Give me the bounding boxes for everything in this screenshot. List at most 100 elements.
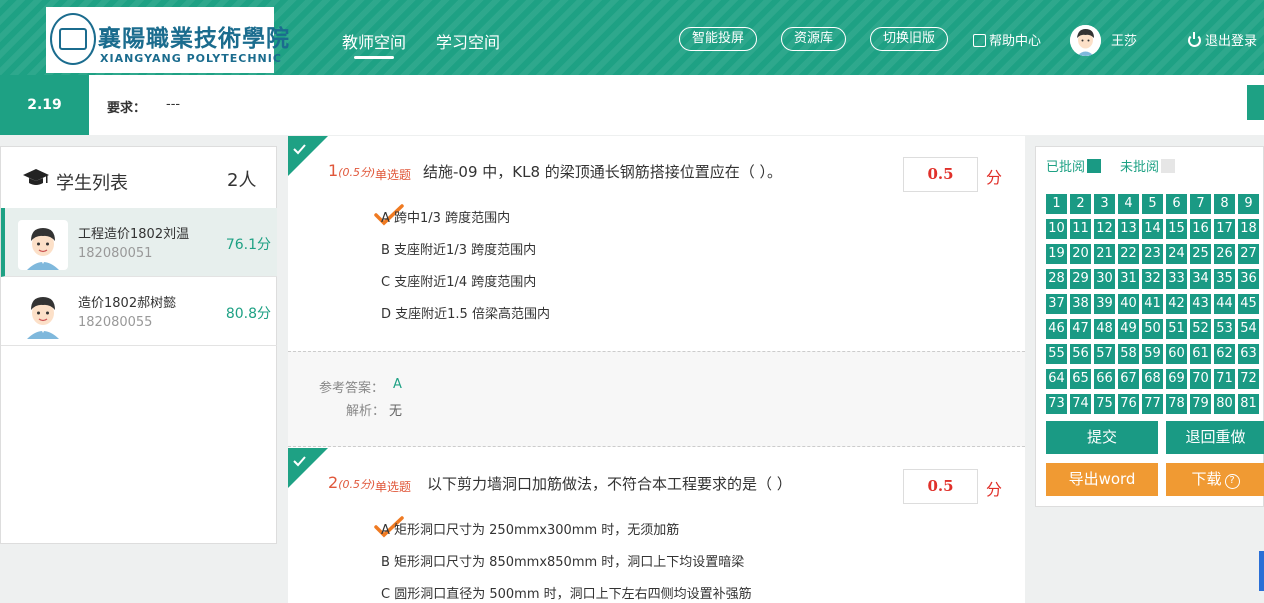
- question-number-cell[interactable]: 30: [1094, 269, 1115, 289]
- question-number-cell[interactable]: 20: [1070, 244, 1091, 264]
- question-number-cell[interactable]: 15: [1166, 219, 1187, 239]
- question-number-cell[interactable]: 73: [1046, 394, 1067, 414]
- student-item[interactable]: 造价1802郝树懿 182080055 80.8分: [1, 277, 277, 346]
- question-number-cell[interactable]: 76: [1118, 394, 1139, 414]
- question-number-cell[interactable]: 3: [1094, 194, 1115, 214]
- question-number-cell[interactable]: 64: [1046, 369, 1067, 389]
- question-number-cell[interactable]: 32: [1142, 269, 1163, 289]
- question-number-cell[interactable]: 80: [1214, 394, 1235, 414]
- question-number-cell[interactable]: 58: [1118, 344, 1139, 364]
- question-number-cell[interactable]: 63: [1238, 344, 1259, 364]
- question-number-cell[interactable]: 33: [1166, 269, 1187, 289]
- question-number-cell[interactable]: 75: [1094, 394, 1115, 414]
- question-number-cell[interactable]: 39: [1094, 294, 1115, 314]
- question-number-cell[interactable]: 69: [1166, 369, 1187, 389]
- question-number-cell[interactable]: 42: [1166, 294, 1187, 314]
- logout-button[interactable]: 退出登录: [1188, 30, 1257, 49]
- download-button[interactable]: 下载?: [1166, 463, 1264, 496]
- question-number-cell[interactable]: 81: [1238, 394, 1259, 414]
- export-word-button[interactable]: 导出word: [1046, 463, 1158, 496]
- question-number-cell[interactable]: 24: [1166, 244, 1187, 264]
- question-number-cell[interactable]: 19: [1046, 244, 1067, 264]
- question-number-cell[interactable]: 51: [1166, 319, 1187, 339]
- score-input[interactable]: 0.5: [903, 469, 978, 504]
- user-name[interactable]: 王莎: [1111, 30, 1137, 49]
- school-logo[interactable]: 襄陽職業技術學院 XIANGYANG POLYTECHNIC: [46, 7, 289, 73]
- user-avatar[interactable]: [1070, 25, 1101, 56]
- question-number-cell[interactable]: 5: [1142, 194, 1163, 214]
- submit-button[interactable]: 提交: [1046, 421, 1158, 454]
- question-number-cell[interactable]: 38: [1070, 294, 1091, 314]
- question-number-cell[interactable]: 70: [1190, 369, 1211, 389]
- question-number-cell[interactable]: 21: [1094, 244, 1115, 264]
- question-number-cell[interactable]: 25: [1190, 244, 1211, 264]
- question-number-cell[interactable]: 61: [1190, 344, 1211, 364]
- question-number-cell[interactable]: 56: [1070, 344, 1091, 364]
- question-number-cell[interactable]: 55: [1046, 344, 1067, 364]
- question-number-cell[interactable]: 57: [1094, 344, 1115, 364]
- question-number-cell[interactable]: 9: [1238, 194, 1259, 214]
- question-number-cell[interactable]: 72: [1238, 369, 1259, 389]
- question-number-cell[interactable]: 7: [1190, 194, 1211, 214]
- question-number-cell[interactable]: 36: [1238, 269, 1259, 289]
- question-number-cell[interactable]: 45: [1238, 294, 1259, 314]
- question-number-cell[interactable]: 14: [1142, 219, 1163, 239]
- question-number-cell[interactable]: 66: [1094, 369, 1115, 389]
- question-number-cell[interactable]: 18: [1238, 219, 1259, 239]
- question-number-cell[interactable]: 23: [1142, 244, 1163, 264]
- question-number-cell[interactable]: 41: [1142, 294, 1163, 314]
- question-number-cell[interactable]: 29: [1070, 269, 1091, 289]
- question-number-cell[interactable]: 77: [1142, 394, 1163, 414]
- question-number-cell[interactable]: 78: [1166, 394, 1187, 414]
- question-number-cell[interactable]: 37: [1046, 294, 1067, 314]
- question-number-cell[interactable]: 16: [1190, 219, 1211, 239]
- question-number-cell[interactable]: 43: [1190, 294, 1211, 314]
- question-number-cell[interactable]: 65: [1070, 369, 1091, 389]
- question-number-cell[interactable]: 59: [1142, 344, 1163, 364]
- question-number-cell[interactable]: 4: [1118, 194, 1139, 214]
- question-number-cell[interactable]: 27: [1238, 244, 1259, 264]
- side-widget-tab[interactable]: [1259, 551, 1264, 591]
- question-number-cell[interactable]: 79: [1190, 394, 1211, 414]
- nav-tab-teacher-space[interactable]: 教师空间: [342, 29, 406, 59]
- question-number-cell[interactable]: 74: [1070, 394, 1091, 414]
- question-number-cell[interactable]: 11: [1070, 219, 1091, 239]
- return-redo-button[interactable]: 退回重做: [1166, 421, 1264, 454]
- question-number-cell[interactable]: 8: [1214, 194, 1235, 214]
- question-number-cell[interactable]: 71: [1214, 369, 1235, 389]
- question-number-cell[interactable]: 48: [1094, 319, 1115, 339]
- nav-tab-learning-space[interactable]: 学习空间: [436, 29, 500, 53]
- question-number-cell[interactable]: 34: [1190, 269, 1211, 289]
- requirement-edge-button[interactable]: [1247, 85, 1264, 120]
- question-number-cell[interactable]: 40: [1118, 294, 1139, 314]
- question-number-cell[interactable]: 31: [1118, 269, 1139, 289]
- question-number-cell[interactable]: 47: [1070, 319, 1091, 339]
- question-number-cell[interactable]: 17: [1214, 219, 1235, 239]
- help-center-link[interactable]: 帮助中心: [973, 30, 1041, 49]
- question-number-cell[interactable]: 67: [1118, 369, 1139, 389]
- question-number-cell[interactable]: 6: [1166, 194, 1187, 214]
- resource-library-button[interactable]: 资源库: [781, 27, 846, 51]
- question-number-cell[interactable]: 60: [1166, 344, 1187, 364]
- question-number-cell[interactable]: 62: [1214, 344, 1235, 364]
- question-number-cell[interactable]: 50: [1142, 319, 1163, 339]
- student-item[interactable]: 工程造价1802刘温 182080051 76.1分: [1, 208, 277, 277]
- question-number-cell[interactable]: 26: [1214, 244, 1235, 264]
- switch-old-version-button[interactable]: 切换旧版: [870, 27, 948, 51]
- question-number-cell[interactable]: 68: [1142, 369, 1163, 389]
- question-number-cell[interactable]: 22: [1118, 244, 1139, 264]
- question-number-cell[interactable]: 53: [1214, 319, 1235, 339]
- question-number-cell[interactable]: 54: [1238, 319, 1259, 339]
- question-number-cell[interactable]: 49: [1118, 319, 1139, 339]
- question-number-cell[interactable]: 28: [1046, 269, 1067, 289]
- smart-cast-button[interactable]: 智能投屏: [679, 27, 757, 51]
- question-number-cell[interactable]: 52: [1190, 319, 1211, 339]
- question-number-cell[interactable]: 10: [1046, 219, 1067, 239]
- question-number-cell[interactable]: 13: [1118, 219, 1139, 239]
- question-number-cell[interactable]: 35: [1214, 269, 1235, 289]
- question-number-cell[interactable]: 1: [1046, 194, 1067, 214]
- question-number-cell[interactable]: 2: [1070, 194, 1091, 214]
- question-number-cell[interactable]: 12: [1094, 219, 1115, 239]
- score-input[interactable]: 0.5: [903, 157, 978, 192]
- question-number-cell[interactable]: 44: [1214, 294, 1235, 314]
